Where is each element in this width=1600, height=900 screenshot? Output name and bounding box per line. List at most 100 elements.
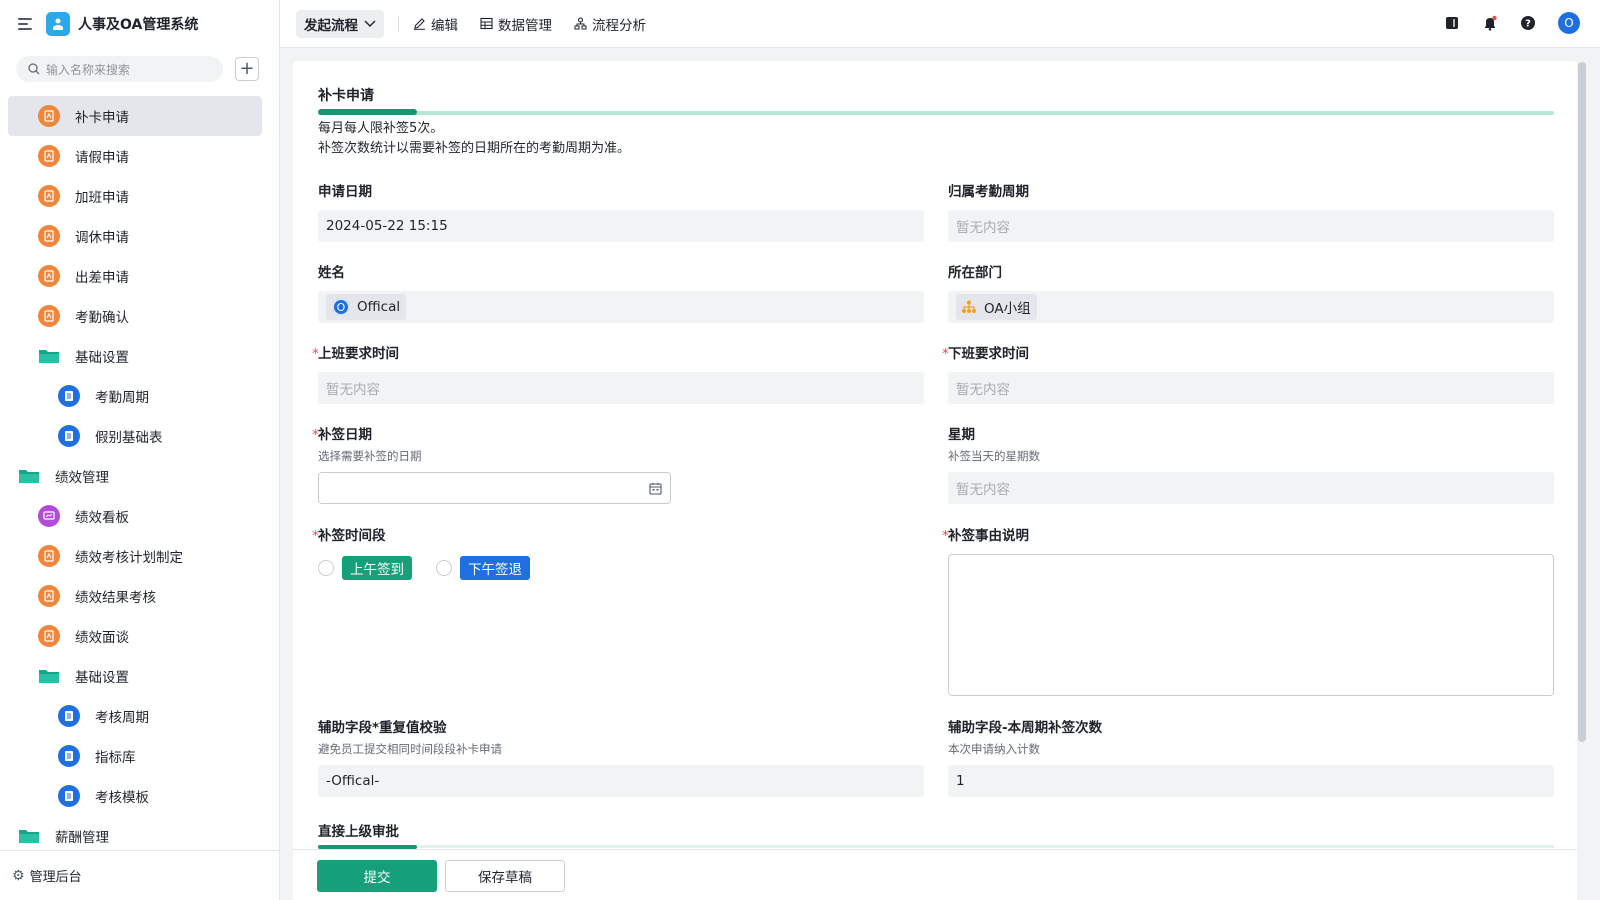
book-icon[interactable] <box>1444 15 1460 31</box>
sidebar-item-perf-interview[interactable]: 绩效面谈 <box>8 616 262 656</box>
sidebar-item-label: 考勤周期 <box>95 390 149 406</box>
submit-button[interactable]: 提交 <box>317 860 437 892</box>
sidebar-item-trip[interactable]: 出差申请 <box>8 256 262 296</box>
app-title: 人事及OA管理系统 <box>78 17 199 33</box>
sidebar-item-review-template[interactable]: 考核模板 <box>8 776 262 816</box>
save-draft-button[interactable]: 保存草稿 <box>445 860 565 892</box>
description-line: 补签次数统计以需要补签的日期所在的考勤周期为准。 <box>318 141 631 156</box>
name-field: 姓名 O Offical <box>318 263 924 323</box>
form-icon <box>38 225 60 247</box>
sidebar-item-label: 绩效看板 <box>75 510 129 526</box>
search-input[interactable]: 输入名称来搜索 <box>16 56 223 82</box>
sidebar-item-perf-result[interactable]: 绩效结果考核 <box>8 576 262 616</box>
chevron-down-icon <box>364 20 376 27</box>
work-start-value: 暂无内容 <box>318 372 924 404</box>
field-label: 姓名 <box>318 265 345 281</box>
field-hint: 选择需要补签的日期 <box>318 449 422 463</box>
radio-morning[interactable] <box>318 560 334 576</box>
sidebar-item-kpi-library[interactable]: 指标库 <box>8 736 262 776</box>
department-box: OA小组 <box>948 291 1554 323</box>
bell-icon[interactable] <box>1482 15 1498 31</box>
flow-analysis-button[interactable]: 流程分析 <box>574 14 646 34</box>
form-description: 每月每人限补签5次。 补签次数统计以需要补签的日期所在的考勤周期为准。 <box>318 119 630 159</box>
option-afternoon-checkout[interactable]: 下午签退 <box>460 556 530 580</box>
sidebar-item-attendance-confirm[interactable]: 考勤确认 <box>8 296 262 336</box>
menu-icon[interactable] <box>18 18 32 30</box>
time-slot-field: * 补签时间段 上午签到 下午签退 <box>312 526 924 580</box>
field-label: 申请日期 <box>318 184 372 200</box>
sidebar-item-perf-plan[interactable]: 绩效考核计划制定 <box>8 536 262 576</box>
field-label-text: 补签事由说明 <box>948 528 1029 544</box>
org-icon <box>962 300 976 313</box>
start-flow-dropdown[interactable]: 发起流程 <box>296 9 384 38</box>
form-icon <box>38 105 60 127</box>
doc-icon <box>58 785 80 807</box>
field-label: * 补签时间段 <box>312 526 924 546</box>
field-label: 归属考勤周期 <box>948 184 1029 200</box>
sidebar-item-label: 基础设置 <box>75 670 129 686</box>
sidebar-folder-basic-settings[interactable]: 基础设置 <box>8 336 262 376</box>
admin-console-link[interactable]: ⚙ 管理后台 <box>0 850 279 900</box>
sidebar-item-leave-types[interactable]: 假别基础表 <box>8 416 262 456</box>
field-label-text: 补签时间段 <box>318 528 386 544</box>
field-hint: 避免员工提交相同时间段段补卡申请 <box>318 742 502 756</box>
sign-date-picker[interactable] <box>318 472 671 504</box>
help-icon[interactable]: ? <box>1520 15 1536 31</box>
dup-check-value: -Offical- <box>318 765 924 797</box>
sign-date-field: * 补签日期 选择需要补签的日期 <box>312 425 671 504</box>
reason-textarea[interactable] <box>948 554 1554 696</box>
sidebar-item-leave[interactable]: 请假申请 <box>8 136 262 176</box>
sidebar-item-buka[interactable]: 补卡申请 <box>8 96 262 136</box>
department-tag[interactable]: OA小组 <box>956 294 1037 320</box>
form-icon <box>38 185 60 207</box>
folder-icon <box>18 825 40 847</box>
section-title: 补卡申请 <box>318 88 374 104</box>
sidebar-item-label: 考勤确认 <box>75 310 129 326</box>
folder-icon <box>38 345 60 367</box>
required-mark: * <box>312 528 319 544</box>
attendance-cycle-field: 归属考勤周期 暂无内容 <box>948 182 1554 242</box>
flow-icon <box>574 17 587 30</box>
field-label-text: 补签日期 <box>318 427 372 443</box>
sidebar-folder-perf-settings[interactable]: 基础设置 <box>8 656 262 696</box>
sidebar-item-review-cycle[interactable]: 考核周期 <box>8 696 262 736</box>
option-morning-checkin[interactable]: 上午签到 <box>342 556 412 580</box>
sidebar-item-perf-dashboard[interactable]: 绩效看板 <box>8 496 262 536</box>
scrollbar[interactable] <box>1578 62 1586 742</box>
field-label: 所在部门 <box>948 265 1002 281</box>
sidebar-item-overtime[interactable]: 加班申请 <box>8 176 262 216</box>
flow-analysis-label: 流程分析 <box>592 17 646 34</box>
svg-text:?: ? <box>1525 19 1531 30</box>
description-line: 每月每人限补签5次。 <box>318 121 444 136</box>
sidebar-item-label: 补卡申请 <box>75 110 129 126</box>
sidebar-item-attendance-cycle[interactable]: 考勤周期 <box>8 376 262 416</box>
user-tag[interactable]: O Offical <box>326 294 407 320</box>
form-icon <box>38 585 60 607</box>
approval-section-title: 直接上级审批 <box>318 824 399 840</box>
sidebar-item-timeoff[interactable]: 调休申请 <box>8 216 262 256</box>
dashboard-icon <box>38 505 60 527</box>
radio-afternoon[interactable] <box>436 560 452 576</box>
sidebar-folder-performance[interactable]: 绩效管理 <box>8 456 262 496</box>
sidebar-header: 人事及OA管理系统 <box>0 0 279 48</box>
form-icon <box>38 145 60 167</box>
top-toolbar: 发起流程 编辑 数据管理 流程分析 ? O <box>280 0 1600 48</box>
sidebar-nav: 补卡申请 请假申请 加班申请 调休申请 出差申请 考勤确认 基础设置 考勤周期 <box>8 96 262 856</box>
form-icon <box>38 265 60 287</box>
data-manage-button[interactable]: 数据管理 <box>480 14 552 34</box>
sidebar-item-label: 绩效结果考核 <box>75 590 156 606</box>
approval-progress <box>318 845 1554 849</box>
edit-button[interactable]: 编辑 <box>413 14 458 34</box>
field-label: * 下班要求时间 <box>942 344 1554 364</box>
dup-check-field: 辅助字段*重复值校验 避免员工提交相同时间段段补卡申请 -Offical- <box>318 718 924 797</box>
sidebar-item-label: 指标库 <box>95 750 136 766</box>
data-manage-label: 数据管理 <box>498 17 552 34</box>
department-field: 所在部门 OA小组 <box>948 263 1554 323</box>
field-label-text: 上班要求时间 <box>318 346 399 362</box>
field-label: * 补签日期 <box>312 425 671 445</box>
apply-date-field: 申请日期 2024-05-22 15:15 <box>318 182 924 242</box>
add-button[interactable]: + <box>235 57 259 81</box>
admin-console-label: 管理后台 <box>29 870 82 885</box>
user-avatar[interactable]: O <box>1558 12 1580 34</box>
form-icon <box>38 625 60 647</box>
